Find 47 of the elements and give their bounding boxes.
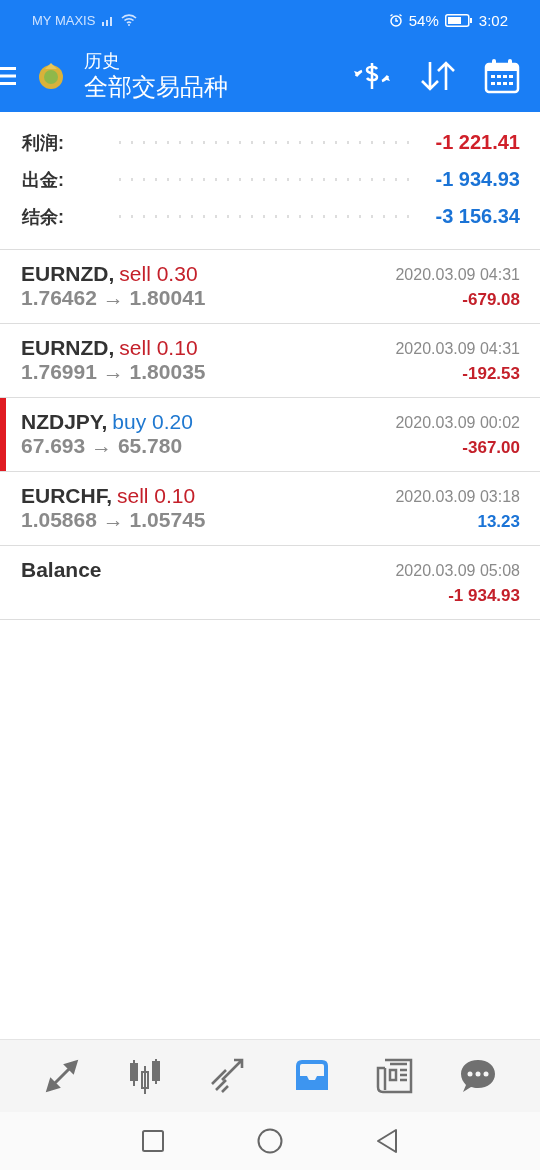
alarm-icon <box>388 13 403 27</box>
carrier-name: MY MAXIS <box>32 12 96 28</box>
deal-side: buy 0.20 <box>112 410 193 434</box>
deal-row[interactable]: EURNZD, sell 0.10 1.76991 → 1.80035 2020.03.09 04:31 -192.53 <box>0 324 540 398</box>
deal-time: 2020.03.09 03:18 <box>395 488 520 506</box>
recent-apps-icon[interactable] <box>141 1129 165 1153</box>
screen-title: 历史 <box>84 50 121 72</box>
deal-row[interactable]: Balance 2020.03.09 05:08 -1 934.93 <box>0 546 540 620</box>
summary-label: 利润: <box>22 131 65 155</box>
deal-time: 2020.03.09 05:08 <box>395 562 520 580</box>
home-icon[interactable] <box>257 1128 283 1154</box>
clock: 3:02 <box>478 11 508 29</box>
deal-side: sell 0.10 <box>117 484 196 508</box>
deal-prices: 67.693 → 65.780 <box>21 434 184 458</box>
symbol-filter[interactable]: 全部交易品种 <box>84 72 352 102</box>
deal-prices: 1.76991 → 1.80035 <box>21 360 206 384</box>
deal-profit: -1 934.93 <box>448 586 520 606</box>
summary-label: 出金: <box>22 168 65 192</box>
deal-time: 2020.03.09 04:31 <box>395 266 520 284</box>
summary-label: 结余: <box>22 205 65 229</box>
deal-symbol: NZDJPY, <box>21 410 108 434</box>
menu-icon[interactable] <box>0 65 16 87</box>
battery-percent: 54% <box>408 11 439 29</box>
deal-side: sell 0.30 <box>119 262 198 286</box>
deal-profit: -367.00 <box>462 438 520 458</box>
deal-symbol: EURCHF, <box>21 484 112 508</box>
summary-value: -3 156.34 <box>435 205 520 228</box>
deal-symbol: Balance <box>21 558 102 582</box>
deal-symbol: EURNZD, <box>21 262 115 286</box>
deal-symbol: EURNZD, <box>21 336 115 360</box>
deal-row[interactable]: EURNZD, sell 0.30 1.76462 → 1.80041 2020.03.09 04:31 -679.08 <box>0 250 540 324</box>
battery-icon <box>444 13 473 27</box>
calendar-icon[interactable] <box>484 58 520 94</box>
deal-time: 2020.03.09 04:31 <box>395 340 520 358</box>
deal-profit: 13.23 <box>477 512 520 532</box>
deal-prices: 1.05868 → 1.05745 <box>21 508 206 532</box>
back-icon[interactable] <box>375 1128 399 1154</box>
summary-value: -1 934.93 <box>435 168 520 191</box>
deal-row[interactable]: NZDJPY, buy 0.20 67.693 → 65.780 2020.03.09 00:02 -367.00 <box>0 398 540 472</box>
wifi-icon <box>121 14 138 26</box>
deal-time: 2020.03.09 00:02 <box>395 414 520 432</box>
deal-profit: -192.53 <box>462 364 520 384</box>
deal-prices: 1.76462 → 1.80041 <box>21 286 206 310</box>
deal-profit: -679.08 <box>462 290 520 310</box>
deal-side: sell 0.10 <box>119 336 198 360</box>
deal-row[interactable]: EURCHF, sell 0.10 1.05868 → 1.05745 2020.03.09 03:18 13.23 <box>0 472 540 546</box>
summary-value: -1 221.41 <box>435 131 520 154</box>
